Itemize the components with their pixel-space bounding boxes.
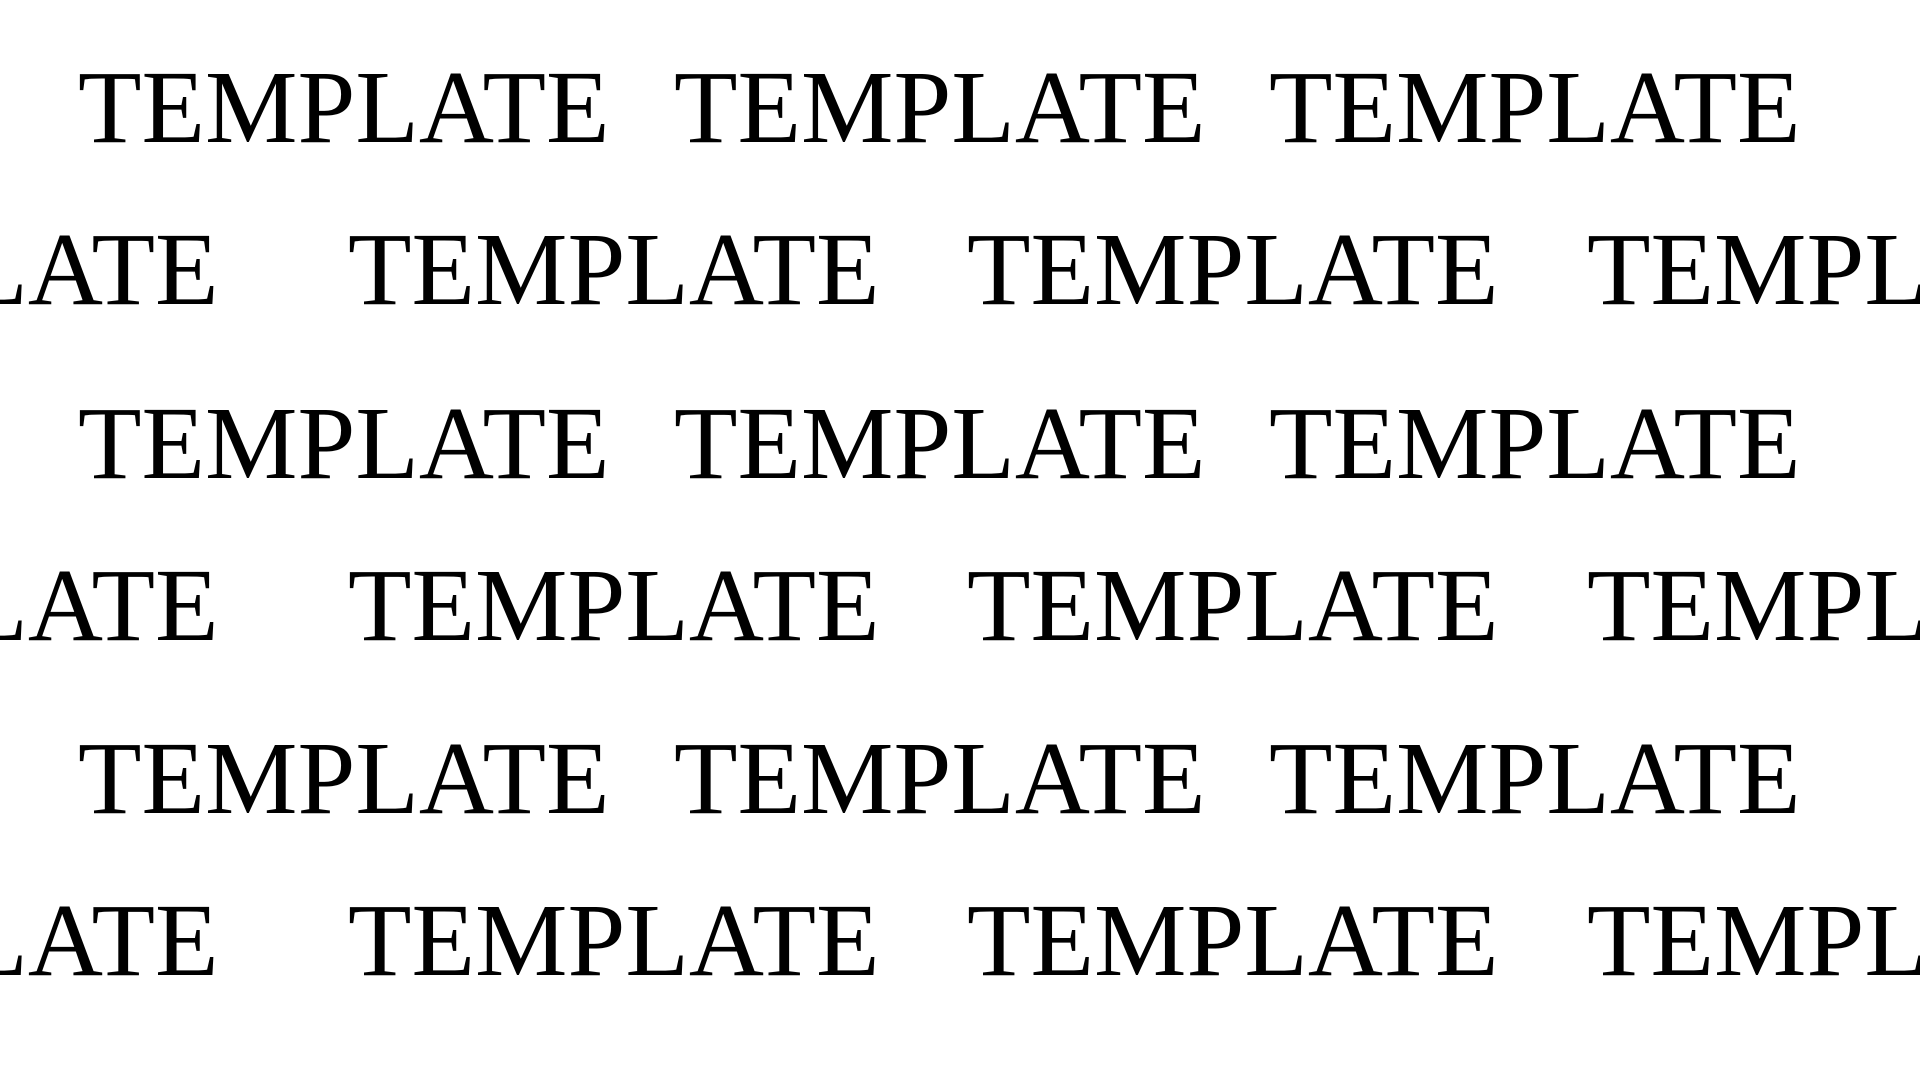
watermark-word: TEMPLATE — [1587, 548, 1920, 663]
watermark-word: TEMPLATE — [348, 883, 880, 998]
watermark-word: TEMPLATE — [0, 548, 219, 663]
watermark-word: TEMPLATE — [0, 883, 219, 998]
watermark-row: TEMPLATE TEMPLATE TEMPLATE TEMPLATE — [0, 210, 1920, 330]
watermark-row: TEMPLATE TEMPLATE TEMPLATE — [0, 48, 1920, 168]
watermark-word: TEMPLATE — [1269, 386, 1801, 501]
watermark-word: TEMPLATE — [967, 548, 1499, 663]
watermark-word: TEMPLATE — [674, 50, 1206, 165]
watermark-word: TEMPLATE — [348, 212, 880, 327]
watermark-word: TEMPLATE — [1269, 50, 1801, 165]
watermark-row: TEMPLATE TEMPLATE TEMPLATE TEMPLATE — [0, 546, 1920, 666]
watermark-row: TEMPLATE TEMPLATE TEMPLATE TEMPLATE — [0, 881, 1920, 1001]
watermark-word: TEMPLATE — [967, 883, 1499, 998]
watermark-word: TEMPLATE — [1269, 721, 1801, 836]
watermark-word: TEMPLATE — [967, 212, 1499, 327]
watermark-word: TEMPLATE — [674, 386, 1206, 501]
watermark-row: TEMPLATE TEMPLATE TEMPLATE — [0, 719, 1920, 839]
watermark-word: TEMPLATE — [674, 721, 1206, 836]
watermark-word: TEMPLATE — [78, 721, 610, 836]
watermark-canvas: TEMPLATE TEMPLATE TEMPLATE TEMPLATE TEMP… — [0, 0, 1920, 1080]
watermark-word: TEMPLATE — [1587, 883, 1920, 998]
watermark-row: TEMPLATE TEMPLATE TEMPLATE — [0, 384, 1920, 504]
watermark-word: TEMPLATE — [78, 50, 610, 165]
watermark-word: TEMPLATE — [0, 212, 219, 327]
watermark-word: TEMPLATE — [348, 548, 880, 663]
watermark-word: TEMPLATE — [78, 386, 610, 501]
watermark-word: TEMPLATE — [1587, 212, 1920, 327]
